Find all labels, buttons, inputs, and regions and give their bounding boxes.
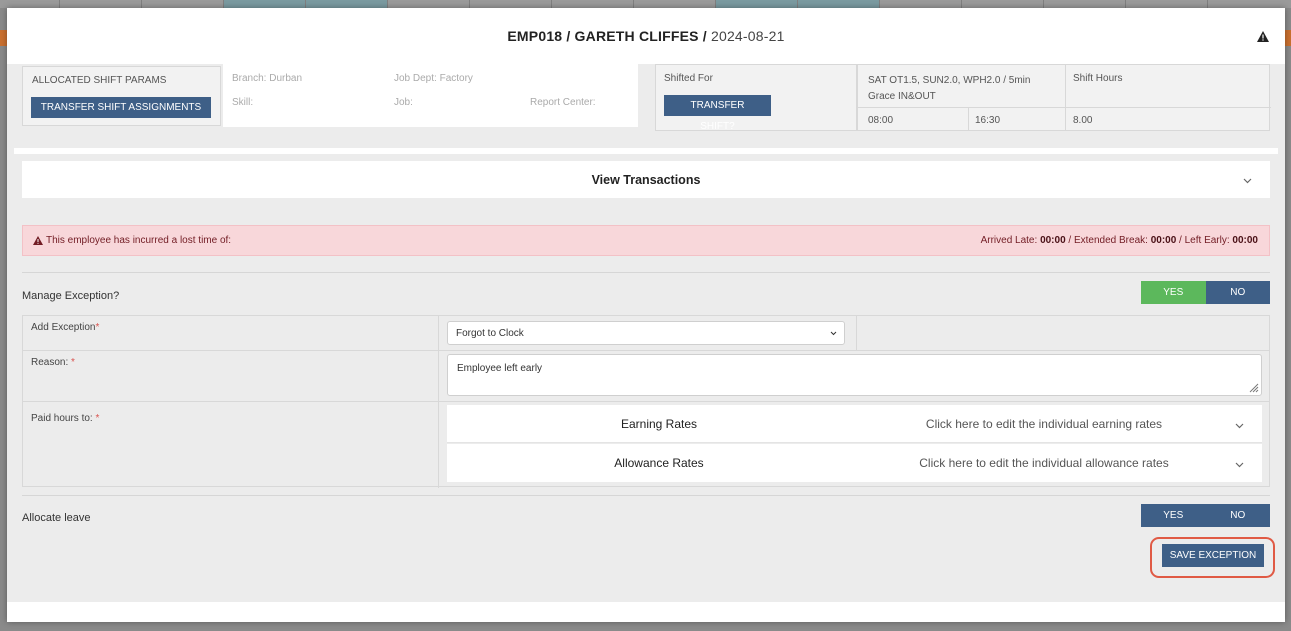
chevron-down-icon[interactable] <box>1235 421 1244 430</box>
skill-text: Skill: <box>232 97 254 108</box>
job-text: Job: <box>394 97 413 108</box>
warning-icon[interactable] <box>1257 31 1269 42</box>
reason-textarea[interactable]: Employee left early <box>447 354 1262 396</box>
manage-exception-label: Manage Exception? <box>22 290 120 302</box>
transfer-shift-button[interactable]: TRANSFER SHIFT? <box>664 95 771 132</box>
shift-params: ALLOCATED SHIFT PARAMS TRANSFER SHIFT AS… <box>22 64 1283 142</box>
view-transactions-panel[interactable]: View Transactions <box>22 161 1270 198</box>
earning-rates-title: Earning Rates <box>620 417 698 431</box>
allocate-leave-yes[interactable]: YES <box>1141 504 1206 527</box>
manage-exception-toggle: YES NO <box>1141 281 1270 304</box>
manage-exception-yes[interactable]: YES <box>1141 281 1206 304</box>
exception-select[interactable]: Forgot to Clock <box>447 321 845 345</box>
chevron-down-icon <box>830 331 837 336</box>
modal-title: EMP018 / GARETH CLIFFES / 2024-08-21 <box>507 28 784 44</box>
paid-hours-label: Paid hours to: * <box>31 413 99 424</box>
alert-message: This employee has incurred a lost time o… <box>46 235 232 246</box>
branch-text: Branch: Durban <box>232 73 303 84</box>
save-exception-button[interactable]: SAVE EXCEPTION <box>1162 544 1264 567</box>
add-exception-text: Add Exception <box>31 322 96 333</box>
allowance-rates-hint: Click here to edit the individual allowa… <box>919 456 1169 470</box>
employee-name: EMP018 / GARETH CLIFFES / <box>507 28 707 44</box>
view-transactions-title: View Transactions <box>591 172 701 187</box>
lost-time-summary: Arrived Late: 00:00 / Extended Break: 00… <box>981 235 1258 246</box>
lost-time-alert: This employee has incurred a lost time o… <box>22 225 1270 256</box>
chevron-down-icon[interactable] <box>1243 176 1252 185</box>
exception-form: Add Exception* Forgot to Clock Reason: *… <box>22 315 1270 488</box>
exception-selected-value: Forgot to Clock <box>456 327 524 339</box>
allocated-shift-box: ALLOCATED SHIFT PARAMS TRANSFER SHIFT AS… <box>22 66 221 126</box>
job-dept-text: Job Dept: Factory <box>394 73 473 84</box>
shifted-for-label: Shifted For <box>664 73 713 84</box>
resize-handle-icon[interactable] <box>1249 383 1259 393</box>
background-tab-left <box>0 30 7 46</box>
exception-modal: EMP018 / GARETH CLIFFES / 2024-08-21 ALL… <box>7 8 1285 622</box>
left-early-value: 00:00 <box>1232 235 1258 246</box>
shift-hours-value: 8.00 <box>1073 115 1093 126</box>
add-exception-row: Add Exception* Forgot to Clock <box>23 316 1269 351</box>
divider <box>22 495 1270 496</box>
reason-value: Employee left early <box>457 363 543 374</box>
required-mark: * <box>95 413 100 424</box>
allowance-rates-panel[interactable]: Allowance Rates Click here to edit the i… <box>447 444 1262 482</box>
allocate-leave-toggle: YES NO <box>1141 504 1270 527</box>
panel-divider <box>14 148 1278 154</box>
divider <box>22 272 1270 273</box>
shift-details-table: SAT OT1.5, SUN2.0, WPH2.0 / 5min Grace I… <box>857 64 1271 131</box>
chevron-down-icon[interactable] <box>1235 460 1244 469</box>
transfer-shift-assignments-button[interactable]: TRANSFER SHIFT ASSIGNMENTS <box>31 97 211 118</box>
paid-hours-text: Paid hours to: <box>31 413 96 424</box>
add-exception-label: Add Exception* <box>31 322 99 333</box>
modal-header: EMP018 / GARETH CLIFFES / 2024-08-21 <box>7 8 1285 64</box>
assignment-info: Branch: Durban Job Dept: Factory Skill: … <box>223 64 638 127</box>
manage-exception-no[interactable]: NO <box>1205 281 1270 304</box>
arrived-late-value: 00:00 <box>1040 235 1066 246</box>
background-tabs <box>0 0 1291 8</box>
shift-description: SAT OT1.5, SUN2.0, WPH2.0 / 5min Grace I… <box>868 75 1031 102</box>
report-center-text: Report Center: <box>530 97 596 108</box>
extended-break-label: / Extended Break: <box>1065 235 1151 246</box>
earning-rates-hint: Click here to edit the individual earnin… <box>925 417 1163 431</box>
shift-date: 2024-08-21 <box>710 28 785 44</box>
allowance-rates-title: Allowance Rates <box>614 456 704 470</box>
alert-warning-icon <box>33 236 43 245</box>
background-tab-right <box>1285 30 1291 46</box>
reason-text: Reason: <box>31 357 72 368</box>
shift-end-time: 16:30 <box>975 115 1001 126</box>
allocate-leave-no[interactable]: NO <box>1205 504 1270 527</box>
modal-footer <box>7 602 1285 622</box>
shifted-for-box: Shifted For TRANSFER SHIFT? <box>655 64 857 132</box>
earning-rates-panel[interactable]: Earning Rates Click here to edit the ind… <box>447 405 1262 443</box>
allocate-leave-label: Allocate leave <box>22 512 91 524</box>
left-early-label: / Left Early: <box>1176 235 1233 246</box>
reason-label: Reason: * <box>31 357 75 368</box>
allocated-label: ALLOCATED SHIFT PARAMS <box>32 75 167 86</box>
required-mark: * <box>95 322 100 333</box>
shift-start-time: 08:00 <box>868 115 894 126</box>
required-mark: * <box>71 357 75 368</box>
arrived-late-label: Arrived Late: <box>980 235 1041 246</box>
shift-hours-label: Shift Hours <box>1073 73 1123 84</box>
extended-break-value: 00:00 <box>1150 235 1177 246</box>
